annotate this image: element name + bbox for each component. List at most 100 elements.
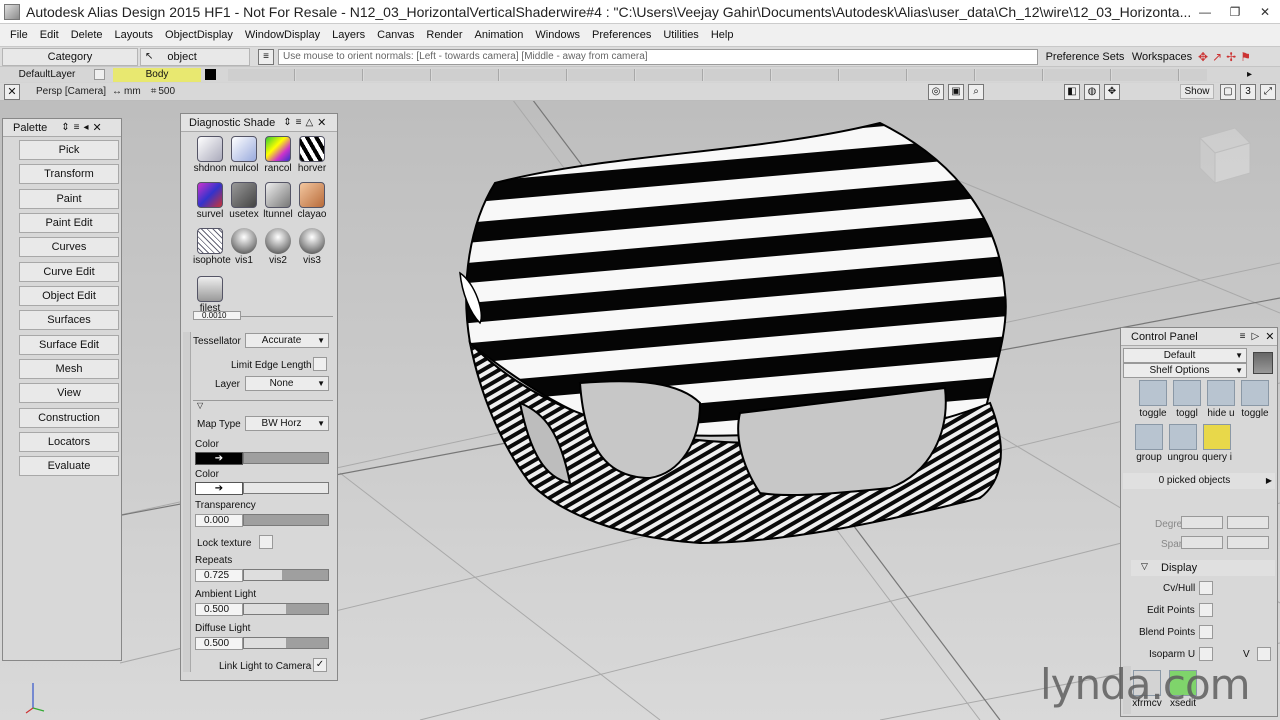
restore-button[interactable]: ❐ — [1220, 5, 1250, 19]
shader-shdnon[interactable]: shdnon — [193, 136, 227, 174]
prompt-line[interactable]: Use mouse to orient normals: [Left - tow… — [278, 48, 1038, 65]
palette-item-pick[interactable]: Pick — [19, 140, 119, 160]
menu-layers[interactable]: Layers — [326, 29, 371, 41]
flag-tool-icon[interactable]: ⚑ — [1240, 50, 1251, 64]
palette-item-mesh[interactable]: Mesh — [19, 359, 119, 379]
diffuse-light-slider[interactable] — [243, 637, 329, 649]
shelf-tool-toggle-2[interactable]: toggl — [1169, 380, 1205, 419]
isoparm-v-checkbox[interactable] — [1257, 647, 1271, 661]
cp-menu-icon[interactable]: ≡ — [1240, 331, 1246, 342]
default-layer-visibility[interactable] — [94, 69, 105, 80]
default-layer-button[interactable]: DefaultLayer — [0, 68, 94, 82]
palette-item-paint[interactable]: Paint — [19, 189, 119, 209]
shelf-options-dropdown[interactable]: Shelf Options ▼ — [1123, 363, 1247, 378]
palette-item-evaluate[interactable]: Evaluate — [19, 456, 119, 476]
shader-clayao[interactable]: clayao — [295, 182, 329, 220]
palette-item-locators[interactable]: Locators — [19, 432, 119, 452]
move-view-icon[interactable]: ✥ — [1104, 83, 1120, 100]
blend-points-checkbox[interactable] — [1199, 625, 1213, 639]
menu-preferences[interactable]: Preferences — [586, 29, 657, 41]
palette-close-icon[interactable]: ✕ — [93, 121, 102, 134]
diag-resize-icon[interactable]: ⇕ — [283, 117, 291, 128]
transparency-field[interactable]: 0.000 — [195, 514, 243, 527]
lock-texture-checkbox[interactable] — [259, 535, 273, 549]
shader-survel[interactable]: survel — [193, 182, 227, 220]
palette-item-curves[interactable]: Curves — [19, 237, 119, 257]
pan-icon[interactable]: ◧ — [1064, 83, 1080, 100]
preset-dropdown[interactable]: Default ▼ — [1123, 348, 1247, 363]
cv-hull-checkbox[interactable] — [1199, 581, 1213, 595]
layout-icon[interactable]: ▢ — [1220, 83, 1236, 100]
color2-slider[interactable] — [243, 482, 329, 494]
shader-horver[interactable]: horver — [295, 136, 329, 174]
zoom-icon[interactable]: ⌕ — [968, 83, 984, 100]
menu-objectdisplay[interactable]: ObjectDisplay — [159, 29, 239, 41]
menu-canvas[interactable]: Canvas — [371, 29, 420, 41]
display-section-header[interactable]: ▽ Display — [1131, 560, 1275, 576]
expand-arrow-icon[interactable]: ▶ — [1266, 473, 1272, 489]
minimize-button[interactable]: — — [1190, 5, 1220, 19]
limit-edge-length-checkbox[interactable] — [313, 357, 327, 371]
shader-vis1[interactable]: vis1 — [227, 228, 261, 266]
shader-mulcol[interactable]: mulcol — [227, 136, 261, 174]
preference-sets-button[interactable]: Preference Sets — [1042, 48, 1128, 66]
spans-field-2[interactable] — [1227, 536, 1269, 549]
menu-edit[interactable]: Edit — [34, 29, 65, 41]
cp-collapse-icon[interactable]: ▷ — [1252, 331, 1260, 342]
palette-collapse-icon[interactable]: ◂ — [83, 122, 88, 133]
palette-resize-icon[interactable]: ⇕ — [61, 122, 69, 133]
body-layer-button[interactable]: Body — [113, 67, 201, 82]
shader-usetex[interactable]: usetex — [227, 182, 261, 220]
palette-menu-icon[interactable]: ≡ — [74, 122, 80, 133]
car-front-model[interactable] — [459, 121, 1007, 545]
degree-field[interactable] — [1181, 516, 1223, 529]
palette-item-surface-edit[interactable]: Surface Edit — [19, 335, 119, 355]
palette-item-curve-edit[interactable]: Curve Edit — [19, 262, 119, 282]
shader-isophote[interactable]: isophote — [193, 228, 231, 266]
edit-points-checkbox[interactable] — [1199, 603, 1213, 617]
shelf-tool-ungroup[interactable]: ungrou — [1165, 424, 1201, 463]
layer-scroll-icon[interactable]: ▸ — [1247, 69, 1252, 80]
ambient-light-slider[interactable] — [243, 603, 329, 615]
category-button[interactable]: Category — [2, 47, 138, 66]
viewport-count[interactable]: 3 — [1240, 83, 1256, 100]
diag-menu-icon[interactable]: ≡ — [296, 117, 302, 128]
transform-tool-icon[interactable]: ✥ — [1198, 50, 1208, 64]
shelf-tool-toggle-3[interactable]: toggle — [1237, 380, 1273, 419]
show-button[interactable]: Show — [1180, 84, 1214, 99]
shelf-tool-query[interactable]: query i — [1199, 424, 1235, 463]
menu-delete[interactable]: Delete — [65, 29, 109, 41]
repeats-field[interactable]: 0.725 — [195, 569, 243, 582]
menu-utilities[interactable]: Utilities — [657, 29, 704, 41]
trash-icon[interactable] — [1253, 352, 1273, 374]
menu-windows[interactable]: Windows — [529, 29, 586, 41]
viewport-close-icon[interactable]: ✕ — [4, 83, 20, 100]
layer-dropdown[interactable]: None ▼ — [245, 376, 329, 391]
shader-vis3[interactable]: vis3 — [295, 228, 329, 266]
prompt-menu-icon[interactable]: ≡ — [258, 48, 274, 65]
workspaces-button[interactable]: Workspaces — [1128, 48, 1196, 66]
menu-help[interactable]: Help — [705, 29, 740, 41]
pick-tool-icon[interactable]: ↗ — [1212, 50, 1222, 64]
shelf-tool-hide[interactable]: hide u — [1203, 380, 1239, 419]
menu-animation[interactable]: Animation — [469, 29, 530, 41]
color2-swatch[interactable]: ➔ — [195, 482, 243, 495]
repeats-slider[interactable] — [243, 569, 329, 581]
diag-scrollbar[interactable] — [183, 332, 191, 672]
ambient-light-field[interactable]: 0.500 — [195, 603, 243, 616]
degree-field-2[interactable] — [1227, 516, 1269, 529]
body-layer-color-swatch[interactable] — [205, 69, 216, 80]
tumble-icon[interactable]: ◍ — [1084, 83, 1100, 100]
menu-file[interactable]: File — [4, 29, 34, 41]
transparency-slider[interactable] — [243, 514, 329, 526]
shelf-tool-toggle-1[interactable]: toggle — [1135, 380, 1171, 419]
shader-ltunnel[interactable]: ltunnel — [261, 182, 295, 220]
tessellator-dropdown[interactable]: Accurate ▼ — [245, 333, 329, 348]
shader-vis2[interactable]: vis2 — [261, 228, 295, 266]
palette-item-object-edit[interactable]: Object Edit — [19, 286, 119, 306]
diag-close-icon[interactable]: ✕ — [317, 116, 326, 129]
palette-item-transform[interactable]: Transform — [19, 164, 119, 184]
camera-icon[interactable]: ◎ — [928, 83, 944, 100]
palette-item-view[interactable]: View — [19, 383, 119, 403]
shelf-tool-group[interactable]: group — [1131, 424, 1167, 463]
